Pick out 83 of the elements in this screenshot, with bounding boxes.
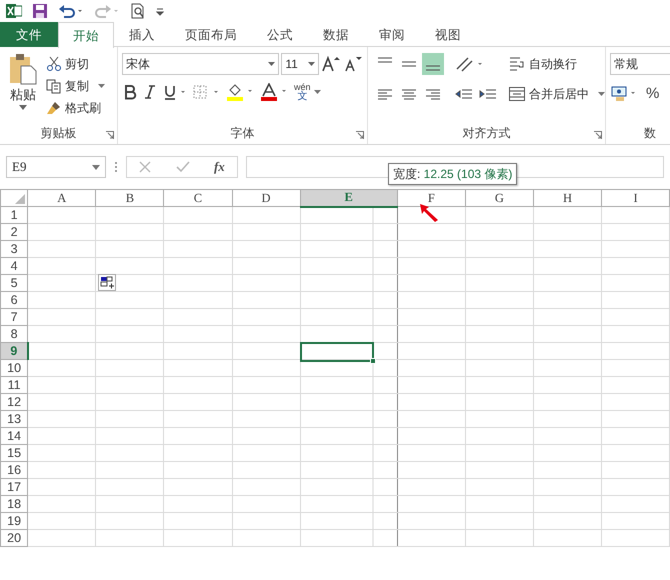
ribbon-tab[interactable]: 数据 — [308, 22, 364, 47]
column-header[interactable]: H — [533, 190, 602, 206]
file-tab[interactable]: 文件 — [0, 22, 58, 47]
caret-icon — [268, 62, 276, 66]
row-header[interactable]: 7 — [0, 308, 28, 326]
column-header[interactable]: A — [28, 190, 96, 206]
row-header[interactable]: 5 — [0, 274, 28, 292]
ribbon-tab[interactable]: 审阅 — [364, 22, 420, 47]
wrap-text-icon — [508, 55, 526, 73]
font-size-field[interactable]: 11 — [281, 53, 320, 75]
row-header[interactable]: 10 — [0, 360, 28, 376]
row-header[interactable]: 11 — [0, 376, 28, 394]
row-header[interactable]: 17 — [0, 478, 28, 496]
brush-icon — [46, 100, 62, 116]
excel-logo-icon — [6, 3, 22, 19]
dialog-launcher-icon[interactable] — [106, 131, 114, 139]
row-header[interactable]: 2 — [0, 224, 28, 240]
font-name-field[interactable]: 宋体 — [122, 53, 280, 75]
copy-icon — [46, 78, 62, 94]
row-header[interactable]: 19 — [0, 512, 28, 530]
undo-icon[interactable] — [58, 3, 84, 19]
row-header[interactable]: 16 — [0, 462, 28, 478]
more-icon — [114, 160, 118, 174]
merge-icon — [508, 85, 526, 103]
row-header[interactable]: 13 — [0, 410, 28, 428]
row-header[interactable]: 3 — [0, 240, 28, 258]
save-icon[interactable] — [32, 3, 48, 19]
wrap-text-button[interactable]: 自动换行 — [508, 53, 606, 75]
row-header[interactable]: 8 — [0, 326, 28, 342]
row-header[interactable]: 20 — [0, 530, 28, 546]
column-header[interactable]: E — [300, 190, 398, 206]
italic-icon[interactable] — [142, 84, 158, 100]
number-format-field[interactable]: 常规 — [610, 53, 670, 75]
column-header[interactable]: D — [232, 190, 300, 206]
grow-font-icon[interactable] — [321, 55, 342, 73]
phonetic-button[interactable]: wén 文 — [294, 83, 321, 101]
caret-icon — [92, 164, 100, 170]
caret-icon — [314, 90, 321, 94]
ribbon-tab[interactable]: 插入 — [114, 22, 170, 47]
format-painter-button[interactable]: 格式刷 — [46, 97, 106, 119]
dialog-launcher-icon[interactable] — [356, 131, 364, 139]
column-header[interactable]: C — [164, 190, 232, 206]
column-header[interactable]: I — [602, 190, 670, 206]
row-header[interactable]: 6 — [0, 292, 28, 308]
percent-style-button[interactable]: % — [646, 83, 660, 106]
underline-icon[interactable] — [162, 84, 188, 100]
group-title: 数 — [644, 126, 656, 140]
shrink-font-icon[interactable] — [343, 55, 363, 73]
dialog-launcher-icon[interactable] — [594, 131, 602, 139]
copy-button[interactable]: 复制 — [46, 75, 106, 97]
column-header[interactable]: F — [397, 190, 466, 206]
caret-icon — [308, 62, 316, 66]
row-header[interactable]: 18 — [0, 496, 28, 512]
group-title: 剪贴板 — [40, 126, 76, 140]
cut-button[interactable]: 剪切 — [46, 53, 106, 75]
print-preview-icon[interactable] — [130, 3, 146, 19]
row-header[interactable]: 12 — [0, 394, 28, 410]
merge-center-button[interactable]: 合并后居中 — [508, 83, 606, 105]
row-header[interactable]: 1 — [0, 206, 28, 224]
insert-function-button[interactable]: fx — [214, 157, 225, 177]
column-width-tooltip: 宽度: 12.25 (103 像素) — [388, 163, 518, 185]
scissors-icon — [46, 56, 62, 72]
ribbon-tab[interactable]: 视图 — [420, 22, 476, 47]
column-header[interactable]: G — [465, 190, 534, 206]
selected-cell[interactable] — [300, 342, 374, 362]
group-title: 字体 — [230, 126, 254, 140]
caret-icon — [19, 104, 27, 110]
row-header[interactable]: 15 — [0, 444, 28, 462]
column-header[interactable]: B — [96, 190, 164, 206]
align-bottom-icon[interactable] — [422, 53, 444, 75]
ribbon-tab[interactable]: 公式 — [252, 22, 308, 47]
row-header[interactable]: 14 — [0, 428, 28, 444]
bold-icon[interactable] — [122, 84, 138, 100]
paste-button[interactable]: 粘贴 — [4, 53, 42, 124]
customize-menu-icon[interactable] — [156, 6, 164, 16]
ribbon-tab[interactable]: 页面布局 — [170, 22, 252, 47]
paste-options-icon[interactable] — [98, 274, 116, 291]
row-header[interactable]: 4 — [0, 258, 28, 274]
row-header[interactable]: 9 — [0, 342, 28, 360]
name-box[interactable]: E9 — [6, 156, 106, 178]
clipboard-icon — [8, 53, 38, 85]
group-title: 对齐方式 — [462, 126, 510, 140]
ribbon-tab[interactable]: 开始 — [58, 22, 114, 48]
